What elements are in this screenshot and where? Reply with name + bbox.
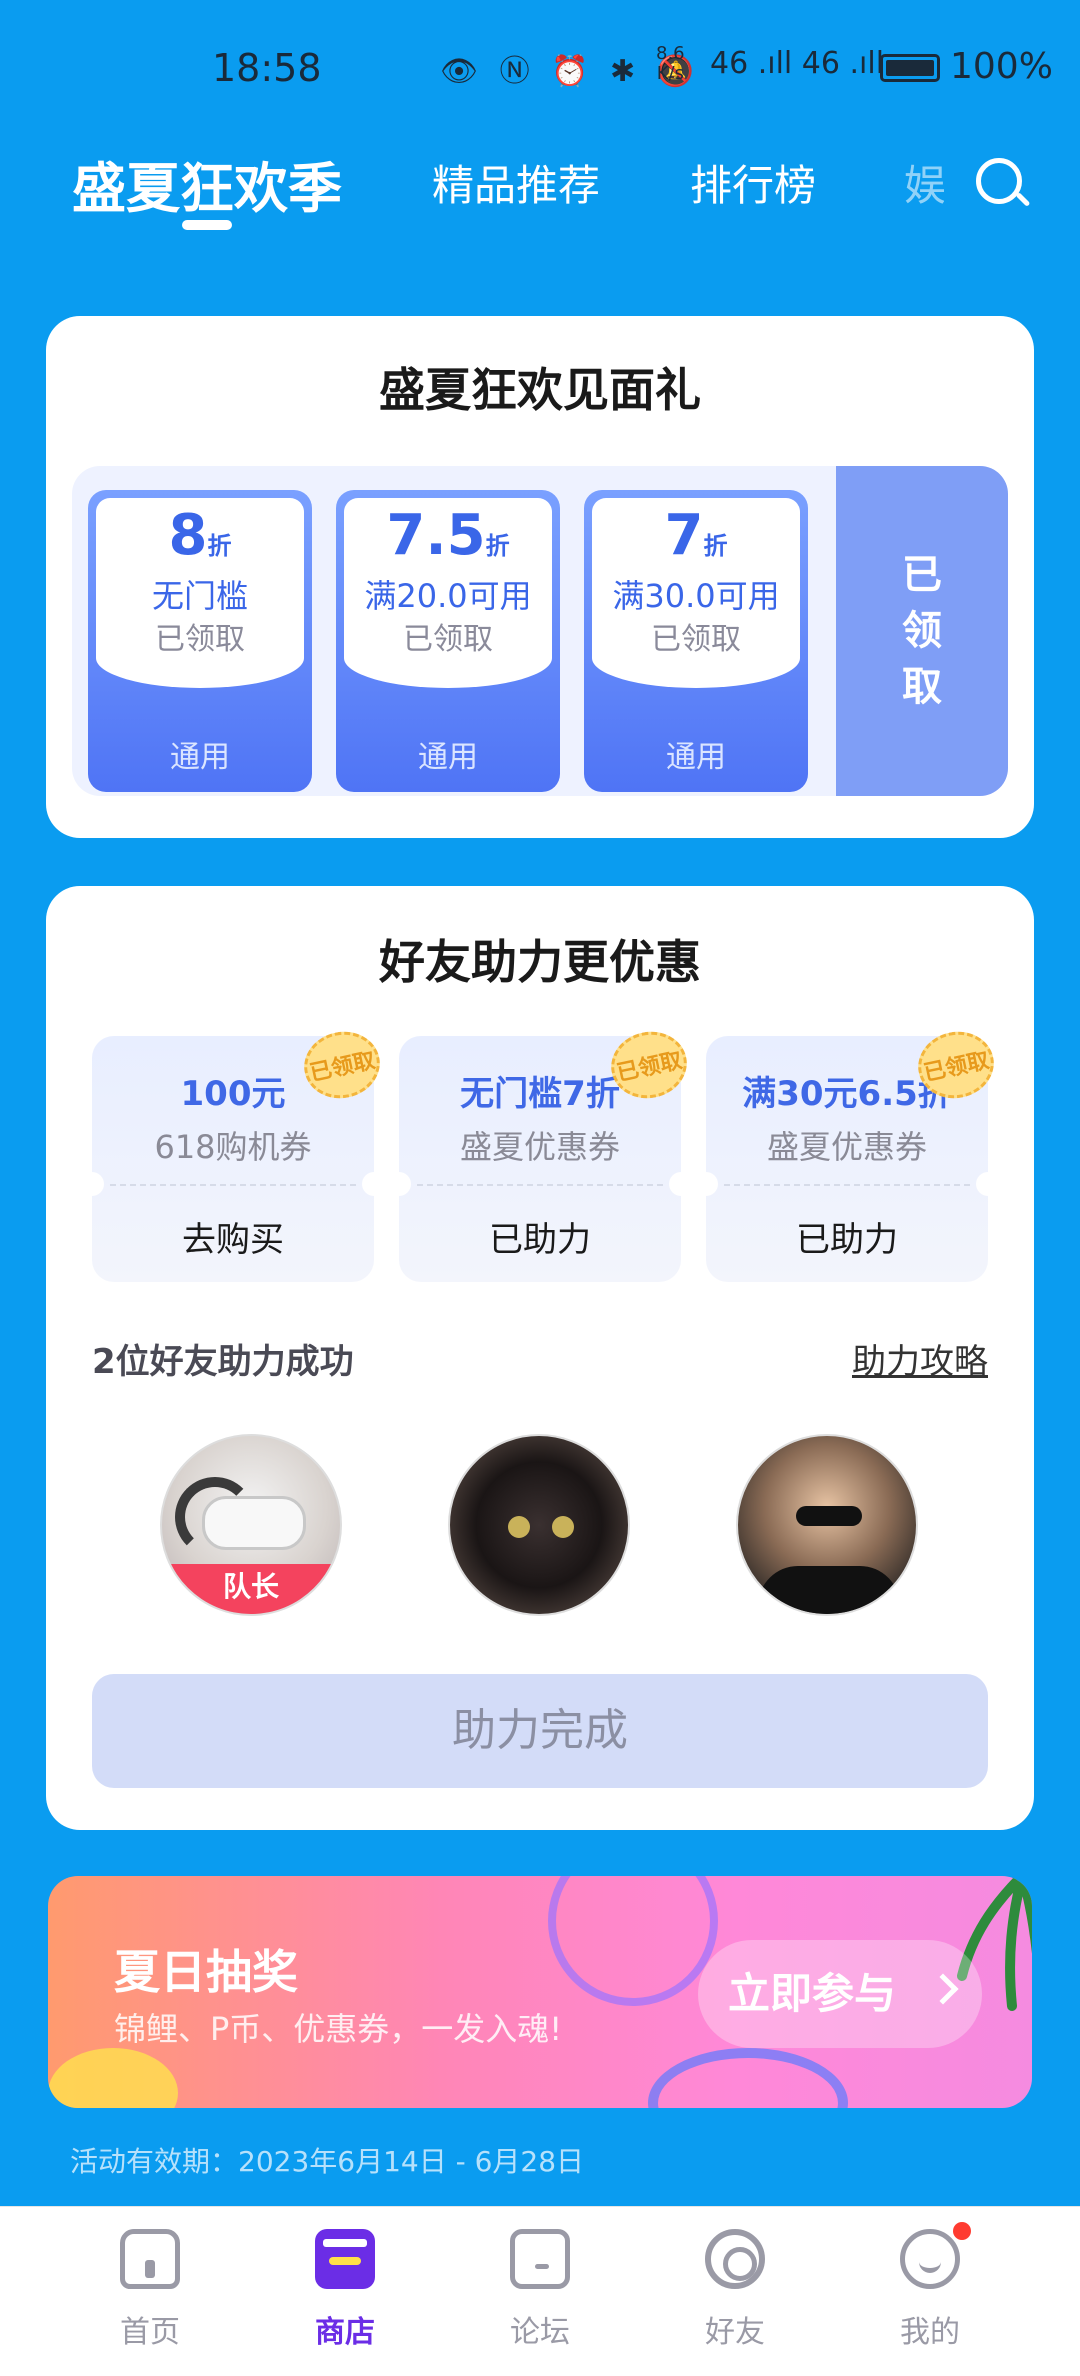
voucher-type: 盛夏优惠券 (766, 1128, 927, 1166)
status-bar: 18:58 👁 Ⓝ ⏰ ✱ 🔕 8.6 K/s 46 .ıll 46 .ıll … (0, 0, 1080, 130)
coupon-body: 8折 无门槛 已领取 (96, 498, 304, 688)
coupon-status: 已领取 (155, 622, 245, 657)
welcome-gift-card: 盛夏狂欢见面礼 8折 无门槛 已领取 通用 7.5折 满20.0可用 已领取 通… (46, 316, 1034, 838)
helped-status[interactable]: 已助力 (399, 1212, 681, 1261)
nav-home[interactable]: 首页 (80, 2229, 220, 2351)
join-now-label: 立即参与 (728, 1969, 897, 2018)
tab-rankings[interactable]: 排行榜 (690, 152, 816, 213)
banner-subtitle: 锦鲤、P币、优惠券，一发入魂! (114, 2010, 563, 2048)
tab-featured[interactable]: 精品推荐 (432, 152, 600, 213)
me-icon (900, 2222, 971, 2289)
nav-friends[interactable]: 好友 (665, 2229, 805, 2351)
coupon-condition: 满20.0可用 (364, 577, 532, 615)
coupon-scope: 通用 (666, 740, 726, 775)
nav-label: 首页 (120, 2315, 180, 2350)
cat-eye (552, 1516, 574, 1538)
voucher-card: 无门槛7折 盛夏优惠券 已助力 已领取 (387, 1024, 694, 1282)
forum-icon (510, 2229, 570, 2289)
welcome-gift-title: 盛夏狂欢见面礼 (379, 363, 701, 417)
voucher-notch (387, 1172, 411, 1196)
shirt (758, 1566, 900, 1614)
voucher-list: 100元 618购机券 去购买 已领取 无门槛7折 盛夏优惠券 已助力 已领取 … (80, 1024, 1001, 1286)
avatar-friend[interactable] (448, 1434, 630, 1616)
decoration (548, 1876, 718, 2006)
banner-title: 夏日抽奖 (114, 1945, 298, 1999)
signal-icons: 46 .ıll 46 .ıll (710, 46, 885, 81)
voucher-notch (694, 1172, 718, 1196)
tab-partial[interactable]: 娱 (904, 152, 944, 213)
validity-text: 活动有效期：2023年6月14日 - 6月28日 (70, 2145, 585, 2178)
voucher-notch (362, 1172, 386, 1196)
voucher-card: 满30元6.5折 盛夏优惠券 已助力 已领取 (694, 1024, 1001, 1282)
coupon-status: 已领取 (403, 622, 493, 657)
nav-label: 商店 (315, 2315, 375, 2350)
help-guide-link[interactable]: 助力攻略 (852, 1334, 988, 1383)
voucher-type: 盛夏优惠券 (459, 1128, 620, 1166)
help-summary-row: 2位好友助力成功 助力攻略 (92, 1334, 988, 1384)
claim-all-label: 已领取 (902, 552, 942, 710)
coupon-scope: 通用 (170, 740, 230, 775)
voucher-divider (417, 1184, 663, 1186)
top-tabs: 盛夏狂欢季 精品推荐 排行榜 娱 (0, 130, 1080, 250)
active-tab-indicator (182, 220, 232, 230)
coupon-status: 已领取 (651, 622, 741, 657)
voucher-card: 100元 618购机券 去购买 已领取 (80, 1024, 387, 1282)
vr-headset-picture (175, 1477, 306, 1557)
coupon-card[interactable]: 7.5折 满20.0可用 已领取 通用 (336, 490, 560, 792)
friend-help-title: 好友助力更优惠 (379, 935, 701, 989)
status-time: 18:58 (212, 46, 322, 90)
coupon-condition: 满30.0可用 (612, 577, 780, 615)
buy-button[interactable]: 去购买 (92, 1212, 374, 1261)
coupon-value: 8折 (168, 503, 232, 568)
voucher-type: 618购机券 (154, 1128, 312, 1166)
friend-help-card: 好友助力更优惠 100元 618购机券 去购买 已领取 无门槛7折 盛夏优惠券 … (46, 886, 1034, 1830)
help-complete-button[interactable]: 助力完成 (92, 1674, 988, 1788)
cat-eye (508, 1516, 530, 1538)
lottery-banner[interactable]: 夏日抽奖 锦鲤、P币、优惠券，一发入魂! 立即参与 (48, 1876, 1032, 2108)
claim-all-button[interactable]: 已领取 (836, 466, 1008, 796)
bottom-nav: 首页 商店 论坛 好友 我的 (0, 2206, 1080, 2376)
coupon-tray: 8折 无门槛 已领取 通用 7.5折 满20.0可用 已领取 通用 7折 满30… (72, 466, 1008, 796)
voucher-notch (80, 1172, 104, 1196)
nav-label: 论坛 (510, 2315, 570, 2350)
net-speed: 8.6 K/s (656, 43, 685, 84)
voucher-divider (110, 1184, 356, 1186)
helped-status[interactable]: 已助力 (706, 1212, 988, 1261)
decoration (48, 2048, 178, 2108)
coupon-card[interactable]: 7折 满30.0可用 已领取 通用 (584, 490, 808, 792)
coupon-scope: 通用 (418, 740, 478, 775)
battery-icon (880, 54, 940, 82)
coupon-card[interactable]: 8折 无门槛 已领取 通用 (88, 490, 312, 792)
voucher-notch (669, 1172, 693, 1196)
search-icon[interactable] (976, 158, 1022, 204)
coupon-value: 7折 (664, 503, 728, 568)
coupon-body: 7折 满30.0可用 已领取 (592, 498, 800, 688)
voucher-divider (724, 1184, 970, 1186)
battery-percent: 100% (950, 46, 1053, 87)
home-icon (120, 2229, 180, 2289)
avatar-friend[interactable] (736, 1434, 918, 1616)
coupon-condition: 无门槛 (151, 577, 248, 615)
coupon-body: 7.5折 满20.0可用 已领取 (344, 498, 552, 688)
help-count: 2位好友助力成功 (92, 1342, 354, 1382)
notification-dot (953, 2222, 971, 2240)
decoration (648, 2048, 848, 2108)
join-now-button[interactable]: 立即参与 (698, 1940, 982, 2048)
nav-me[interactable]: 我的 (860, 2222, 1000, 2351)
nav-label: 好友 (705, 2315, 765, 2350)
sunglasses (796, 1506, 862, 1526)
nav-label: 我的 (900, 2315, 960, 2350)
coupon-value: 7.5折 (386, 503, 510, 568)
nav-forum[interactable]: 论坛 (470, 2229, 610, 2351)
captain-badge: 队长 (162, 1564, 340, 1614)
voucher-notch (976, 1172, 1000, 1196)
tab-summer-festival[interactable]: 盛夏狂欢季 (72, 144, 342, 223)
avatar-captain[interactable]: 队长 (160, 1434, 342, 1616)
store-icon (315, 2229, 375, 2289)
chevron-right-icon (927, 1973, 959, 2005)
friends-icon (705, 2229, 765, 2289)
nav-store[interactable]: 商店 (275, 2229, 415, 2351)
